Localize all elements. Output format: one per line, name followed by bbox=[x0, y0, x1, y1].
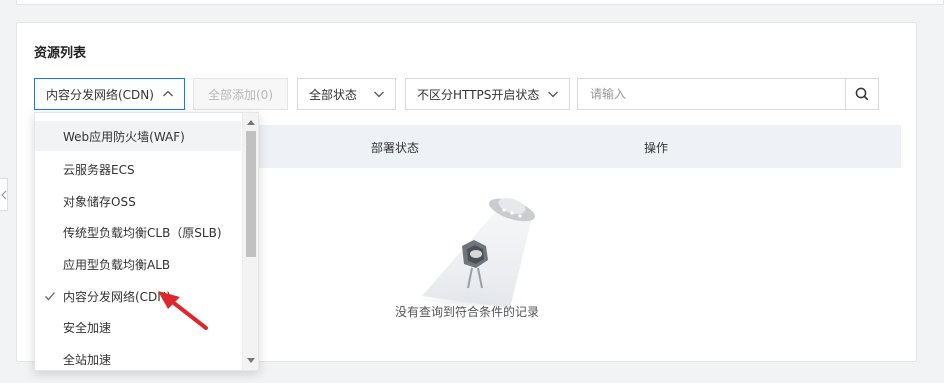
chevron-left-icon bbox=[0, 190, 6, 199]
empty-state-icon bbox=[414, 198, 535, 312]
dropdown-item-full-site-acceleration[interactable]: 全站加速 bbox=[35, 344, 241, 370]
dropdown-item-label: 传统型负载均衡CLB（原SLB) bbox=[63, 225, 222, 240]
column-actions: 操作 bbox=[644, 141, 669, 155]
check-icon bbox=[45, 292, 55, 301]
product-select[interactable]: 内容分发网络(CDN) bbox=[34, 78, 185, 110]
toolbar: 内容分发网络(CDN) 全部添加(0) 全部状态 不区分HTTPS开启状态 bbox=[17, 78, 916, 110]
dropdown-item-label: 对象储存OSS bbox=[63, 194, 136, 209]
search-input[interactable] bbox=[578, 79, 845, 109]
column-deploy-status: 部署状态 bbox=[371, 141, 420, 155]
dropdown-item-ecs[interactable]: 云服务器ECS bbox=[35, 154, 241, 184]
status-select[interactable]: 全部状态 bbox=[297, 78, 396, 110]
scroll-down-arrow-icon[interactable] bbox=[247, 358, 255, 363]
previous-card bbox=[16, 0, 944, 5]
add-all-button[interactable]: 全部添加(0) bbox=[193, 78, 288, 110]
search-box bbox=[577, 78, 879, 110]
dropdown-item-label: 全站加速 bbox=[63, 352, 112, 367]
dropdown-item-label: 安全加速 bbox=[63, 320, 112, 335]
chevron-up-icon bbox=[163, 90, 173, 97]
dropdown-item-waf[interactable]: Web应用防火墙(WAF) bbox=[35, 121, 241, 151]
scroll-thumb[interactable] bbox=[246, 131, 256, 257]
chevron-down-icon bbox=[548, 91, 558, 98]
dropdown-item-label: Web应用防火墙(WAF) bbox=[63, 129, 185, 144]
scroll-up-arrow-icon[interactable] bbox=[247, 120, 255, 125]
dropdown-scrollbar[interactable] bbox=[242, 113, 258, 370]
chevron-down-icon bbox=[374, 91, 384, 98]
search-button[interactable] bbox=[845, 79, 878, 109]
product-select-value: 内容分发网络(CDN) bbox=[46, 87, 154, 102]
dropdown-item-clb[interactable]: 传统型负载均衡CLB（原SLB) bbox=[35, 217, 241, 247]
product-dropdown-menu: Web应用防火墙(WAF) 云服务器ECS 对象储存OSS 传统型负载均衡CLB… bbox=[34, 112, 259, 371]
red-arrow-annotation-icon bbox=[158, 291, 208, 330]
dropdown-item-alb[interactable]: 应用型负载均衡ALB bbox=[35, 249, 241, 279]
empty-state-text: 没有查询到符合条件的记录 bbox=[395, 305, 540, 319]
https-select-value: 不区分HTTPS开启状态 bbox=[417, 87, 540, 102]
search-icon bbox=[855, 87, 869, 101]
collapse-tab[interactable] bbox=[0, 178, 8, 211]
dropdown-item-oss[interactable]: 对象储存OSS bbox=[35, 186, 241, 216]
dropdown-item-label: 应用型负载均衡ALB bbox=[63, 257, 171, 272]
status-select-value: 全部状态 bbox=[309, 87, 358, 102]
section-title: 资源列表 bbox=[34, 46, 87, 61]
dropdown-item-label: 云服务器ECS bbox=[63, 162, 135, 177]
right-edge-glyph bbox=[940, 190, 944, 204]
https-select[interactable]: 不区分HTTPS开启状态 bbox=[405, 78, 570, 110]
